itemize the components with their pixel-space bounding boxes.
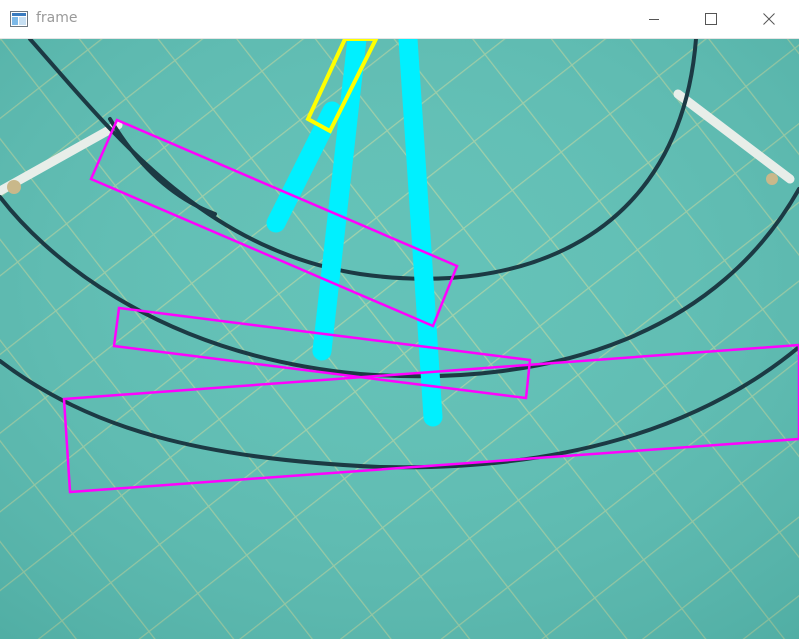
camera-image	[0, 39, 799, 639]
camera-frame	[0, 39, 799, 639]
maximize-button[interactable]	[688, 0, 734, 38]
maximize-icon	[705, 13, 717, 25]
close-button[interactable]	[746, 0, 792, 38]
minimize-button[interactable]	[631, 0, 677, 38]
image-window-icon	[10, 11, 28, 27]
close-icon	[763, 13, 775, 25]
minimize-icon	[649, 19, 659, 20]
opencv-window: frame	[0, 0, 799, 639]
window-title: frame	[36, 10, 78, 26]
title-bar[interactable]: frame	[0, 0, 799, 39]
